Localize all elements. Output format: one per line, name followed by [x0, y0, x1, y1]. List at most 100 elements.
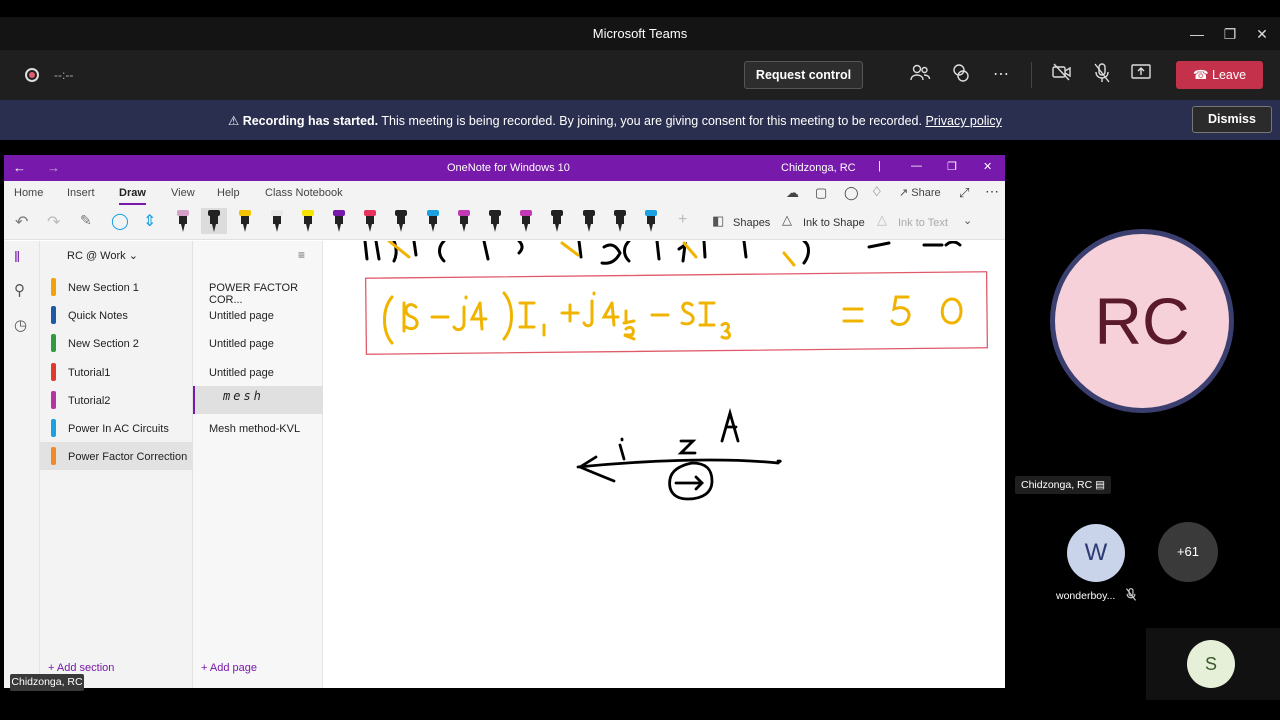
fullscreen-icon[interactable]: ⤢ [959, 185, 969, 201]
tab-insert[interactable]: Insert [67, 187, 95, 199]
pen-12[interactable] [519, 208, 533, 234]
section-item[interactable]: Tutorial1 [40, 358, 193, 386]
section-label: Power Factor Correction [68, 451, 188, 464]
notebook-picker[interactable]: RC @ Work ⌄ [67, 249, 138, 262]
ink-canvas[interactable] [324, 241, 1005, 688]
divider: | [878, 160, 881, 172]
shapes-button[interactable]: Shapes [733, 217, 770, 229]
pen-8[interactable] [394, 208, 408, 234]
share-screen-icon[interactable] [1129, 63, 1153, 87]
tab-class-notebook[interactable]: Class Notebook [265, 187, 343, 199]
eraser-icon[interactable]: ◯ [111, 211, 129, 231]
tab-help[interactable]: Help [217, 187, 240, 199]
mic-off-icon[interactable] [1090, 63, 1114, 87]
phone-hangup-icon: ☎ [1192, 68, 1209, 82]
request-control-button[interactable]: Request control [744, 61, 863, 89]
add-page-button[interactable]: + Add page [201, 662, 257, 674]
back-icon[interactable]: ← [13, 160, 26, 175]
pen-14[interactable] [582, 208, 596, 234]
pen-5[interactable] [301, 208, 315, 234]
participants-icon[interactable] [908, 63, 932, 87]
sections-pane: RC @ Work ⌄ New Section 1 Quick Notes New … [40, 241, 193, 688]
page-item[interactable]: Untitled page [193, 358, 323, 386]
lightbulb-icon[interactable]: ◯ [844, 185, 859, 201]
camera-off-icon[interactable] [1050, 63, 1074, 87]
overflow-participants-count[interactable]: +61 [1158, 522, 1218, 582]
page-item[interactable]: Untitled page [193, 329, 323, 357]
lasso-select-icon[interactable]: ✎ [80, 212, 92, 229]
tab-draw[interactable]: Draw [119, 187, 146, 205]
pen-6[interactable] [332, 208, 346, 234]
section-item[interactable]: Quick Notes [40, 301, 193, 329]
section-label: Tutorial1 [68, 366, 111, 379]
redo-icon[interactable]: ↷ [47, 212, 60, 232]
section-item[interactable]: Tutorial2 [40, 386, 193, 414]
participant-avatar-w[interactable]: W [1067, 524, 1125, 582]
pen-15[interactable] [613, 208, 627, 234]
user-name[interactable]: Chidzonga, RC [781, 162, 856, 174]
section-color-tab [51, 306, 56, 325]
forward-icon[interactable]: → [47, 160, 60, 175]
undo-icon[interactable]: ↶ [15, 212, 28, 232]
mic-off-icon [1125, 588, 1137, 604]
ink-to-shape-button[interactable]: Ink to Shape [803, 217, 865, 229]
participant-avatar-s[interactable]: S [1187, 640, 1235, 688]
pen-1[interactable] [176, 208, 190, 234]
page-item[interactable]: Untitled page [193, 301, 323, 329]
notebooks-icon[interactable]: ‖ [14, 249, 20, 266]
restore-icon[interactable]: ❐ [947, 160, 957, 173]
pen-2[interactable] [201, 208, 228, 234]
section-color-tab [51, 419, 56, 437]
close-icon[interactable]: ✕ [983, 160, 992, 173]
page-icon[interactable]: ▢ [815, 185, 827, 201]
minimize-icon[interactable]: — [1186, 23, 1208, 45]
recent-icon[interactable]: ◷ [14, 316, 27, 334]
page-item[interactable]: POWER FACTOR COR... [193, 273, 323, 306]
pen-10[interactable] [457, 208, 471, 234]
close-icon[interactable]: ✕ [1251, 23, 1273, 45]
pen-7[interactable] [363, 208, 377, 234]
chevron-down-icon[interactable]: ⌄ [963, 214, 972, 227]
pen-3[interactable] [238, 208, 252, 234]
onenote-title: OneNote for Windows 10 [447, 162, 570, 174]
pen-4[interactable] [270, 208, 284, 234]
self-view-caption: Chidzonga, RC [10, 674, 84, 691]
pen-9[interactable] [426, 208, 440, 234]
shapes-icon: ◧ [712, 213, 725, 228]
dismiss-button[interactable]: Dismiss [1192, 106, 1272, 133]
reactions-icon[interactable] [949, 63, 973, 87]
share-button[interactable]: ↗ Share [899, 186, 941, 199]
tab-view[interactable]: View [171, 187, 195, 199]
section-item[interactable]: Power In AC Circuits [40, 414, 193, 442]
sort-icon[interactable]: ≡ [298, 248, 305, 262]
search-icon[interactable]: ⚲ [14, 281, 25, 299]
more-options-icon[interactable]: ⋯ [985, 183, 999, 200]
more-options-icon[interactable]: ⋯ [989, 63, 1013, 87]
section-color-tab [51, 362, 56, 381]
screen-share-icon: ▤ [1095, 479, 1106, 491]
banner-title: Recording has started. [242, 114, 379, 128]
privacy-policy-link[interactable]: Privacy policy [925, 114, 1001, 128]
pen-13[interactable] [550, 208, 564, 234]
pen-11[interactable] [488, 208, 502, 234]
insert-space-icon[interactable]: ⇕ [143, 211, 156, 231]
page-item[interactable]: Mesh method-KVL [193, 414, 323, 442]
tab-home[interactable]: Home [14, 187, 43, 199]
bell-icon[interactable]: ♢ [871, 184, 883, 200]
section-label: Quick Notes [68, 310, 128, 323]
section-item[interactable]: New Section 1 [40, 273, 193, 301]
add-pen-icon[interactable]: + [678, 211, 687, 229]
leave-button[interactable]: ☎ Leave [1176, 61, 1263, 89]
minimize-icon[interactable]: — [911, 160, 922, 172]
section-item[interactable]: Power Factor Correction [40, 442, 193, 471]
pen-16[interactable] [644, 208, 658, 234]
sync-icon[interactable]: ☁ [786, 185, 799, 201]
call-timer: --:-- [54, 68, 74, 82]
restore-icon[interactable]: ❐ [1219, 23, 1241, 45]
add-section-button[interactable]: + Add section [48, 662, 114, 674]
page-item[interactable]: mesh [193, 385, 323, 414]
section-item[interactable]: New Section 2 [40, 329, 193, 357]
ink-to-text-button[interactable]: Ink to Text [898, 217, 948, 229]
notebook-name: RC @ Work [67, 250, 126, 262]
handwritten-ink [363, 241, 989, 501]
